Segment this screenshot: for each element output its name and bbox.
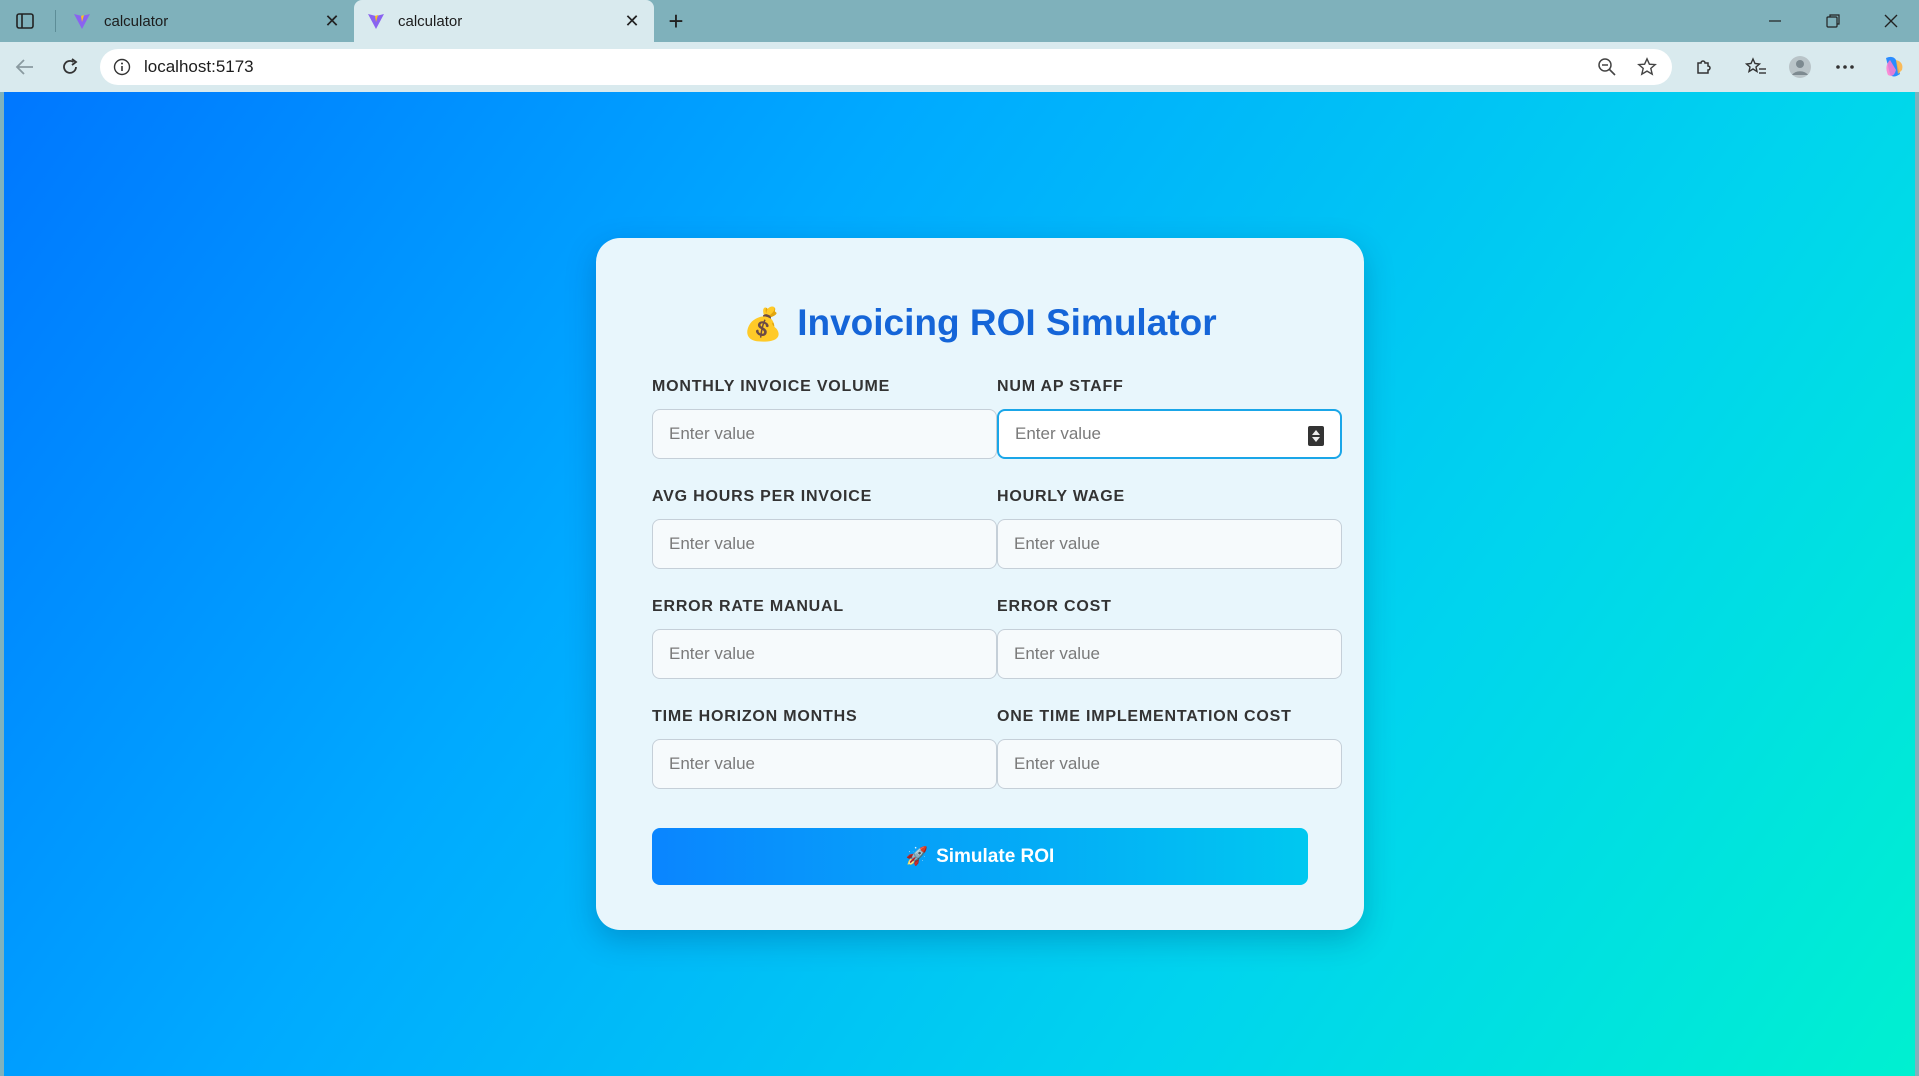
hourly-wage-input[interactable]: Enter value <box>997 519 1342 569</box>
field-num-ap-staff: NUM AP STAFF Enter value <box>997 378 1342 459</box>
settings-menu-button[interactable] <box>1830 52 1860 82</box>
field-label: NUM AP STAFF <box>997 378 1124 395</box>
field-error-rate-manual: ERROR RATE MANUAL Enter value <box>652 598 997 679</box>
error-rate-manual-input[interactable]: Enter value <box>652 629 997 679</box>
extensions-button[interactable] <box>1689 52 1719 82</box>
field-hourly-wage: HOURLY WAGE Enter value <box>997 488 1342 569</box>
number-spinner-icon[interactable] <box>1308 426 1324 446</box>
vite-icon <box>366 11 386 31</box>
field-one-time-implementation-cost: ONE TIME IMPLEMENTATION COST Enter value <box>997 708 1342 789</box>
simulate-roi-button[interactable]: 🚀 Simulate ROI <box>652 828 1308 885</box>
field-monthly-invoice-volume: MONTHLY INVOICE VOLUME Enter value <box>652 378 997 459</box>
close-window-button[interactable] <box>1868 0 1914 42</box>
favorites-button[interactable] <box>1741 52 1771 82</box>
puzzle-icon <box>1697 60 1711 74</box>
url-text: localhost:5173 <box>144 57 254 76</box>
tab-calculator-2[interactable]: calculator ✕ <box>354 0 654 42</box>
reload-button[interactable] <box>55 52 85 82</box>
avg-hours-per-invoice-input[interactable]: Enter value <box>652 519 997 569</box>
favorites-list-icon <box>1745 57 1766 74</box>
rocket-icon: 🚀 <box>905 846 929 866</box>
copilot-button[interactable] <box>1878 52 1908 82</box>
time-horizon-months-input[interactable]: Enter value <box>652 739 997 789</box>
favorite-star-icon[interactable] <box>1632 52 1662 82</box>
address-bar[interactable]: localhost:5173 <box>100 49 1672 85</box>
tab-title: calculator <box>104 12 169 30</box>
profile-button[interactable] <box>1785 52 1815 82</box>
restore-icon <box>1826 14 1840 28</box>
field-label: ERROR COST <box>997 598 1112 615</box>
new-tab-button[interactable]: + <box>662 6 690 36</box>
minimize-icon <box>1769 20 1781 22</box>
copilot-icon <box>1886 56 1903 77</box>
one-time-implementation-cost-input[interactable]: Enter value <box>997 739 1342 789</box>
field-label: AVG HOURS PER INVOICE <box>652 488 873 505</box>
field-label: TIME HORIZON MONTHS <box>652 708 858 725</box>
tab-calculator-1[interactable]: calculator ✕ <box>60 0 354 42</box>
num-ap-staff-input[interactable]: Enter value <box>997 409 1342 459</box>
tab-strip: calculator ✕ calculator ✕ + <box>0 0 1919 42</box>
restore-button[interactable] <box>1810 0 1856 42</box>
simulate-roi-label: Simulate ROI <box>936 845 1055 867</box>
sidebar-toggle-icon <box>16 13 34 29</box>
error-cost-input[interactable]: Enter value <box>997 629 1342 679</box>
page-title: 💰 Invoicing ROI Simulator <box>596 302 1364 344</box>
page-viewport: 💰 Invoicing ROI Simulator MONTHLY INVOICE… <box>4 92 1915 1076</box>
back-arrow-icon <box>15 59 33 75</box>
tab-actions-button[interactable] <box>12 9 38 33</box>
field-label: ERROR RATE MANUAL <box>652 598 844 615</box>
browser-toolbar: localhost:5173 <box>0 42 1919 92</box>
field-label: MONTHLY INVOICE VOLUME <box>652 378 891 395</box>
field-label: HOURLY WAGE <box>997 488 1125 505</box>
field-avg-hours-per-invoice: AVG HOURS PER INVOICE Enter value <box>652 488 997 569</box>
field-time-horizon-months: TIME HORIZON MONTHS Enter value <box>652 708 997 789</box>
vite-icon <box>72 11 92 31</box>
reload-icon <box>63 58 78 74</box>
minimize-button[interactable] <box>1752 0 1798 42</box>
close-icon <box>1884 14 1898 28</box>
field-error-cost: ERROR COST Enter value <box>997 598 1342 679</box>
close-tab-icon[interactable]: ✕ <box>622 11 642 31</box>
tab-separator <box>55 10 56 32</box>
more-dots-icon <box>1836 65 1854 69</box>
monthly-invoice-volume-input[interactable]: Enter value <box>652 409 997 459</box>
money-bag-icon: 💰 <box>743 306 784 342</box>
roi-form-card: 💰 Invoicing ROI Simulator MONTHLY INVOICE… <box>596 238 1364 930</box>
tab-title: calculator <box>398 12 463 30</box>
page-title-text: Invoicing ROI Simulator <box>797 302 1217 343</box>
site-info-icon[interactable] <box>112 57 132 77</box>
field-label: ONE TIME IMPLEMENTATION COST <box>997 708 1292 725</box>
avatar-icon <box>1789 56 1811 78</box>
close-tab-icon[interactable]: ✕ <box>322 11 342 31</box>
input-placeholder: Enter value <box>1015 424 1101 443</box>
back-button[interactable] <box>10 52 40 82</box>
zoom-out-icon[interactable] <box>1592 52 1622 82</box>
